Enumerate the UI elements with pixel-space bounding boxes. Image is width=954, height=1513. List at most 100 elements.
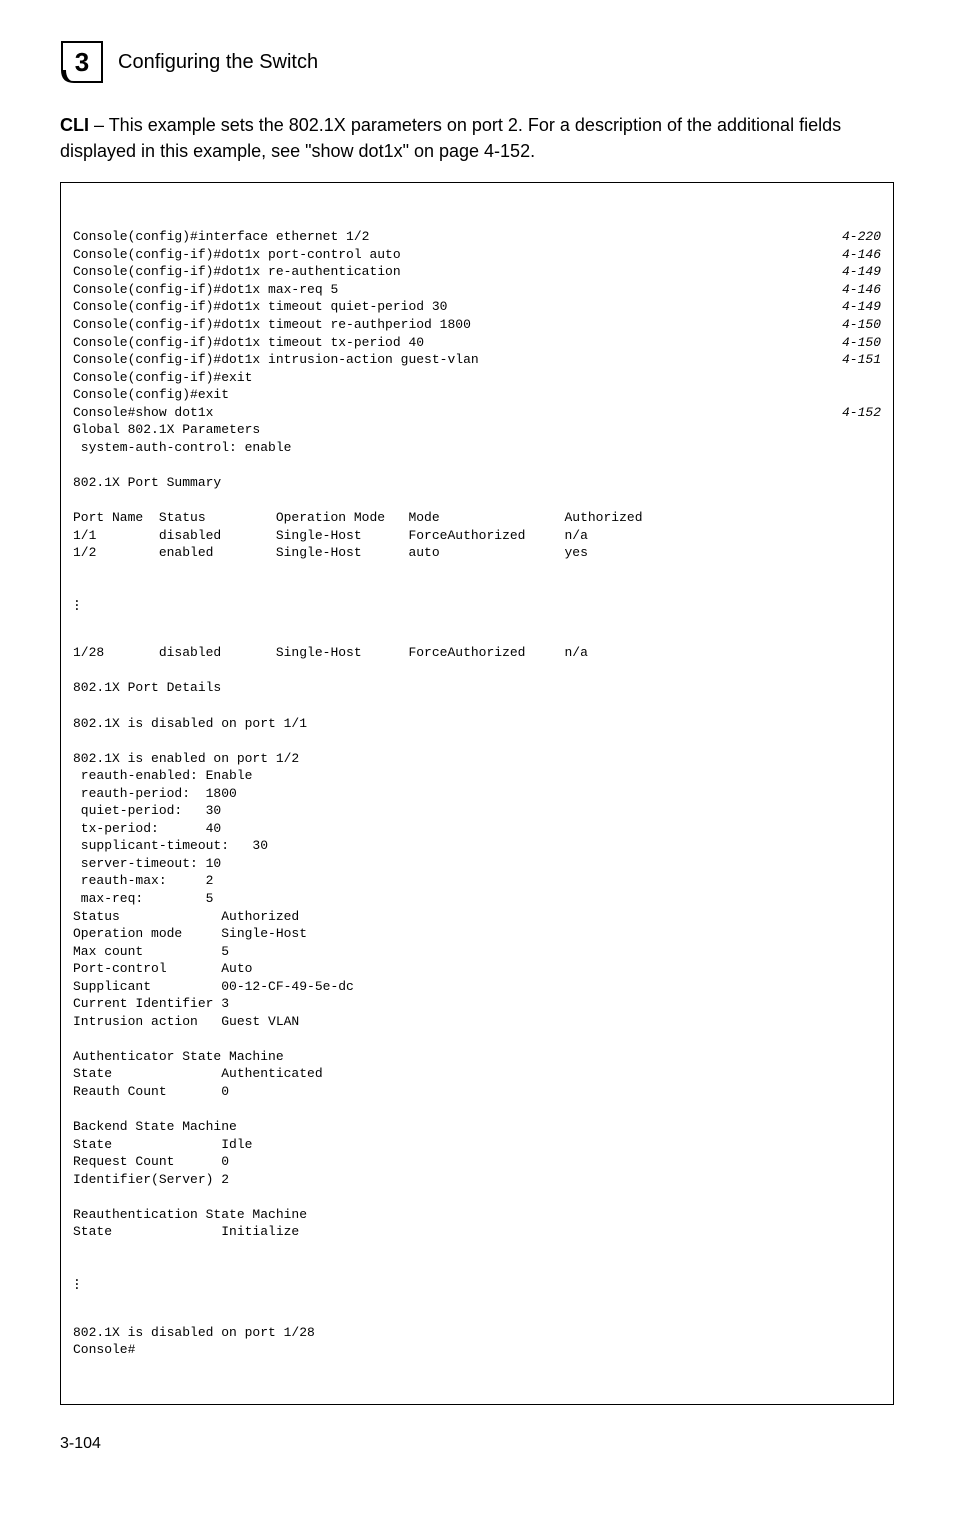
code-line: reauth-period: 1800 bbox=[73, 785, 881, 803]
code-text: State Initialize bbox=[73, 1223, 299, 1241]
code-text: Backend State Machine bbox=[73, 1118, 237, 1136]
code-text: Request Count 0 bbox=[73, 1153, 229, 1171]
code-text bbox=[73, 1030, 81, 1048]
code-line: Backend State Machine bbox=[73, 1118, 881, 1136]
code-text: State Idle bbox=[73, 1136, 252, 1154]
code-line: State Initialize bbox=[73, 1223, 881, 1241]
code-line: 1/28 disabled Single-Host ForceAuthorize… bbox=[73, 644, 881, 662]
code-line: Console(config-if)#dot1x max-req 5 4-146 bbox=[73, 281, 881, 299]
code-text bbox=[73, 697, 81, 715]
code-text: Console#show dot1x bbox=[73, 404, 213, 422]
page-title: Configuring the Switch bbox=[118, 51, 318, 74]
code-text: 1/2 enabled Single-Host auto yes bbox=[73, 544, 588, 562]
code-line: server-timeout: 10 bbox=[73, 855, 881, 873]
code-line: Console(config)#exit bbox=[73, 386, 881, 404]
code-text: max-req: 5 bbox=[73, 890, 213, 908]
code-line: Console(config-if)#dot1x port-control au… bbox=[73, 246, 881, 264]
intro-text: – This example sets the 802.1X parameter… bbox=[60, 115, 841, 161]
code-text: Console(config-if)#dot1x timeout re-auth… bbox=[73, 316, 471, 334]
code-line: Supplicant 00-12-CF-49-5e-dc bbox=[73, 978, 881, 996]
code-text: 802.1X Port Details bbox=[73, 679, 221, 697]
code-text: State Authenticated bbox=[73, 1065, 323, 1083]
code-text bbox=[73, 662, 81, 680]
code-line bbox=[73, 491, 881, 509]
code-text: Operation mode Single-Host bbox=[73, 925, 307, 943]
code-line bbox=[73, 1101, 881, 1119]
code-text: reauth-period: 1800 bbox=[73, 785, 237, 803]
code-line: Console(config-if)#dot1x re-authenticati… bbox=[73, 263, 881, 281]
code-line: Console(config)#interface ethernet 1/2 4-… bbox=[73, 228, 881, 246]
code-text: Console(config-if)#dot1x re-authenticati… bbox=[73, 263, 401, 281]
code-text: Max count 5 bbox=[73, 943, 229, 961]
ellipsis-icon: . . . bbox=[73, 1276, 881, 1288]
code-text: Identifier(Server) 2 bbox=[73, 1171, 229, 1189]
code-line bbox=[73, 697, 881, 715]
code-line: Identifier(Server) 2 bbox=[73, 1171, 881, 1189]
code-text: quiet-period: 30 bbox=[73, 802, 221, 820]
code-text: tx-period: 40 bbox=[73, 820, 221, 838]
code-text: Status Authorized bbox=[73, 908, 299, 926]
code-line: 802.1X is disabled on port 1/28 bbox=[73, 1324, 881, 1342]
page-ref: 4-152 bbox=[822, 404, 881, 422]
code-line: quiet-period: 30 bbox=[73, 802, 881, 820]
code-line: Authenticator State Machine bbox=[73, 1048, 881, 1066]
code-text: Authenticator State Machine bbox=[73, 1048, 284, 1066]
code-line: Console(config-if)#dot1x timeout re-auth… bbox=[73, 316, 881, 334]
code-line: Console#show dot1x 4-152 bbox=[73, 404, 881, 422]
code-line: Intrusion action Guest VLAN bbox=[73, 1013, 881, 1031]
code-line: tx-period: 40 bbox=[73, 820, 881, 838]
code-text: Console(config-if)#dot1x port-control au… bbox=[73, 246, 401, 264]
code-line: State Idle bbox=[73, 1136, 881, 1154]
code-line: 802.1X Port Summary bbox=[73, 474, 881, 492]
code-line: Port Name Status Operation Mode Mode Aut… bbox=[73, 509, 881, 527]
code-line: Port-control Auto bbox=[73, 960, 881, 978]
code-line: 802.1X is disabled on port 1/1 bbox=[73, 715, 881, 733]
code-text: Console(config)#interface ethernet 1/2 bbox=[73, 228, 369, 246]
code-text: Console(config-if)#dot1x intrusion-actio… bbox=[73, 351, 479, 369]
code-text: Console(config-if)#dot1x timeout quiet-p… bbox=[73, 298, 447, 316]
code-line: Global 802.1X Parameters bbox=[73, 421, 881, 439]
code-text bbox=[73, 732, 81, 750]
code-text: Port-control Auto bbox=[73, 960, 252, 978]
page-ref: 4-149 bbox=[822, 298, 881, 316]
code-line: Status Authorized bbox=[73, 908, 881, 926]
code-text bbox=[73, 1188, 81, 1206]
code-line: Console(config-if)#dot1x timeout tx-peri… bbox=[73, 334, 881, 352]
code-line: reauth-enabled: Enable bbox=[73, 767, 881, 785]
intro-paragraph: CLI – This example sets the 802.1X param… bbox=[60, 112, 894, 164]
code-line: Console(config-if)#dot1x timeout quiet-p… bbox=[73, 298, 881, 316]
page-ref: 4-150 bbox=[822, 334, 881, 352]
code-line: Max count 5 bbox=[73, 943, 881, 961]
cli-code-block: Console(config)#interface ethernet 1/2 4-… bbox=[60, 182, 894, 1405]
code-line: Console# bbox=[73, 1341, 881, 1359]
page-ref: 4-146 bbox=[822, 281, 881, 299]
code-line bbox=[73, 1188, 881, 1206]
code-line: supplicant-timeout: 30 bbox=[73, 837, 881, 855]
code-text: Console(config)#exit bbox=[73, 386, 229, 404]
code-text: 1/1 disabled Single-Host ForceAuthorized… bbox=[73, 527, 588, 545]
code-line bbox=[73, 1030, 881, 1048]
ellipsis-icon: . . . bbox=[73, 597, 881, 609]
page-ref: 4-220 bbox=[822, 228, 881, 246]
code-line: 802.1X Port Details bbox=[73, 679, 881, 697]
code-line: 1/2 enabled Single-Host auto yes bbox=[73, 544, 881, 562]
code-text bbox=[73, 456, 81, 474]
code-text bbox=[73, 491, 81, 509]
code-text: reauth-enabled: Enable bbox=[73, 767, 252, 785]
page-ref: 4-146 bbox=[822, 246, 881, 264]
code-text: Supplicant 00-12-CF-49-5e-dc bbox=[73, 978, 354, 996]
code-line bbox=[73, 732, 881, 750]
code-text: Intrusion action Guest VLAN bbox=[73, 1013, 299, 1031]
code-text: Console(config-if)#dot1x max-req 5 bbox=[73, 281, 338, 299]
code-line: 1/1 disabled Single-Host ForceAuthorized… bbox=[73, 527, 881, 545]
code-line: system-auth-control: enable bbox=[73, 439, 881, 457]
code-line: max-req: 5 bbox=[73, 890, 881, 908]
code-text: 802.1X is disabled on port 1/1 bbox=[73, 715, 307, 733]
code-line: Request Count 0 bbox=[73, 1153, 881, 1171]
code-line bbox=[73, 456, 881, 474]
code-line: Reauth Count 0 bbox=[73, 1083, 881, 1101]
code-line: State Authenticated bbox=[73, 1065, 881, 1083]
code-text: reauth-max: 2 bbox=[73, 872, 213, 890]
chapter-badge: 3 bbox=[60, 40, 104, 84]
code-text: Reauthentication State Machine bbox=[73, 1206, 307, 1224]
